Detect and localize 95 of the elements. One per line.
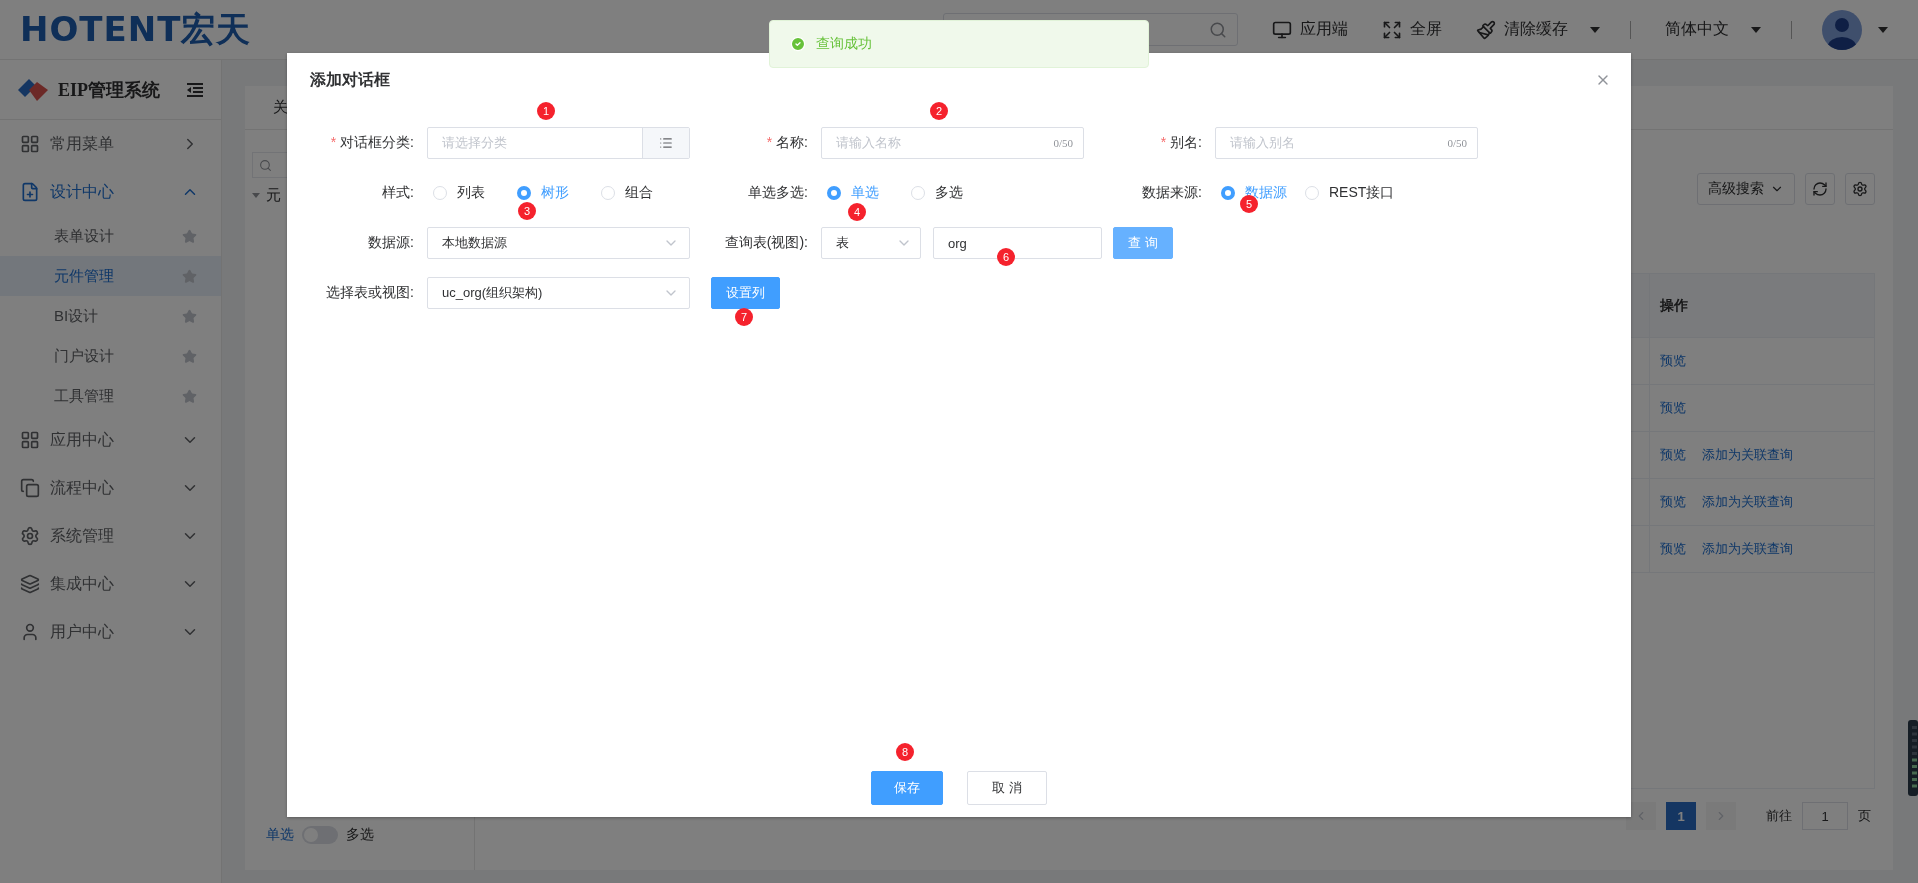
header-action[interactable]: 清除缓存 [1476, 19, 1600, 40]
logo: HOTENT宏天 [20, 7, 252, 51]
menu-item[interactable]: 设计中心 [0, 168, 221, 216]
number-badge: 7 [735, 308, 753, 326]
radio-option[interactable]: REST接口 [1299, 184, 1395, 202]
goto-label: 前往 [1766, 807, 1792, 825]
caret-icon[interactable] [252, 193, 260, 198]
action-link[interactable]: 预览 [1660, 540, 1686, 558]
field-label: 查询表(视图): [723, 234, 808, 252]
grid-icon [20, 134, 40, 154]
menu-item[interactable]: 常用菜单 [0, 120, 221, 168]
radio-option[interactable]: 列表 [427, 184, 511, 202]
star-icon [182, 228, 197, 244]
text-field[interactable]: 请选择分类 [427, 127, 690, 159]
tab[interactable]: 关 [273, 98, 288, 117]
brush-icon [1476, 19, 1496, 40]
field-label: 单选多选: [747, 184, 808, 202]
field-label: * 对话框分类: [329, 134, 414, 152]
query-button[interactable]: 查 询 [1113, 227, 1173, 259]
number-badge: 1 [537, 102, 555, 120]
header-action[interactable]: 全屏 [1382, 19, 1442, 40]
radio-option[interactable]: 单选 [821, 184, 905, 202]
page-button[interactable]: 1 [1666, 802, 1696, 830]
action-link[interactable]: 添加为关联查询 [1702, 493, 1793, 511]
number-badge: 2 [930, 102, 948, 120]
radio-option[interactable]: 多选 [905, 184, 989, 202]
menu-item[interactable]: 流程中心 [0, 464, 221, 512]
star-icon [182, 348, 197, 364]
settings-icon [1852, 181, 1868, 197]
field-label: 选择表或视图: [325, 284, 414, 302]
radio-option[interactable]: 组合 [595, 184, 679, 202]
text-field[interactable]: 请输入别名 0/50 [1215, 127, 1478, 159]
refresh-button[interactable] [1805, 173, 1835, 205]
app-title: EIP管理系统 [58, 78, 161, 102]
action-link[interactable]: 添加为关联查询 [1702, 540, 1793, 558]
caret-icon[interactable] [1751, 26, 1761, 33]
copy-icon [20, 478, 40, 498]
set-columns-button[interactable]: 设置列 [711, 277, 780, 309]
save-button[interactable]: 保存 [871, 771, 944, 805]
select-field[interactable]: 表 [821, 227, 921, 259]
refresh-icon [1812, 181, 1828, 197]
toggle-label: 单选 [266, 826, 294, 844]
caret-icon[interactable] [1590, 26, 1600, 33]
document-icon [20, 182, 40, 202]
field-label: 数据来源: [1141, 184, 1202, 202]
action-link[interactable]: 添加为关联查询 [1702, 446, 1793, 464]
action-link[interactable]: 预览 [1660, 352, 1686, 370]
check-icon [790, 36, 806, 52]
meter-widget-icon[interactable] [1908, 720, 1918, 796]
settings-button[interactable] [1845, 173, 1875, 205]
action-link[interactable]: 预览 [1660, 399, 1686, 417]
page-input[interactable]: 1 [1802, 802, 1848, 830]
avatar-icon[interactable] [1822, 9, 1862, 50]
field-label: 样式: [381, 184, 414, 202]
gear-icon [20, 526, 40, 546]
toast-message: 查询成功 [816, 35, 872, 53]
dialog-title: 添加对话框 [310, 69, 390, 90]
diamond-logo-icon [18, 78, 48, 101]
header-action[interactable]: 应用端 [1272, 19, 1348, 40]
number-badge: 4 [848, 203, 866, 221]
number-badge: 8 [896, 743, 914, 761]
page-unit: 页 [1858, 807, 1871, 825]
star-icon [182, 308, 197, 324]
monitor-icon [1272, 19, 1292, 40]
select-field[interactable]: 本地数据源 [427, 227, 690, 259]
action-link[interactable]: 预览 [1660, 493, 1686, 511]
number-badge: 3 [518, 202, 536, 220]
grid-icon [20, 430, 40, 450]
toggle-label: 多选 [346, 826, 374, 844]
menu-fold-icon[interactable] [187, 82, 203, 97]
language-menu[interactable]: 简体中文 [1665, 19, 1761, 40]
user-icon [20, 622, 40, 642]
action-link[interactable]: 预览 [1660, 446, 1686, 464]
layers-icon [20, 574, 40, 594]
radio-option[interactable]: 树形 [511, 184, 595, 202]
menu-item[interactable]: 集成中心 [0, 560, 221, 608]
expand-icon [1382, 19, 1402, 40]
column-header: 操作 [1660, 296, 1688, 315]
select-field[interactable]: uc_org(组织架构) [427, 277, 690, 309]
cancel-button[interactable]: 取 消 [967, 771, 1047, 805]
tree-node[interactable]: 元 [266, 186, 281, 205]
menu-item[interactable]: 系统管理 [0, 512, 221, 560]
field-label: * 别名: [1159, 134, 1202, 152]
caret-icon[interactable] [1878, 26, 1888, 33]
star-icon [182, 388, 197, 404]
search-icon [259, 158, 272, 172]
advanced-search-button[interactable]: 高级搜索 [1697, 173, 1795, 205]
search-icon [1209, 20, 1227, 39]
text-field[interactable]: 请输入名称 0/50 [821, 127, 1084, 159]
menu-item[interactable]: 用户中心 [0, 608, 221, 656]
field-label: * 名称: [765, 134, 808, 152]
submenu-item[interactable]: 元件管理 [0, 256, 221, 296]
field-label: 数据源: [367, 234, 414, 252]
menu-item[interactable]: 应用中心 [0, 416, 221, 464]
number-badge: 6 [997, 248, 1015, 266]
